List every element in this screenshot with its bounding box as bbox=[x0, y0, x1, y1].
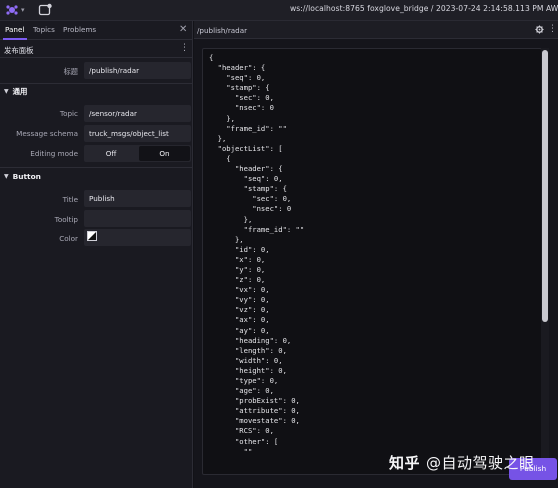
watermark-brand: 知乎 bbox=[389, 454, 421, 472]
layout-icon[interactable] bbox=[38, 3, 52, 17]
gear-icon[interactable] bbox=[535, 25, 544, 34]
topic-label: Topic bbox=[59, 109, 78, 118]
code-line: "x": 0, bbox=[209, 254, 266, 264]
code-line: "stamp": { bbox=[209, 184, 287, 194]
caret-down-icon: ▼ bbox=[4, 88, 9, 95]
code-line: "RCS": 0, bbox=[209, 426, 274, 436]
divider bbox=[0, 57, 193, 58]
code-line: "objectList": [ bbox=[209, 143, 283, 153]
code-line: "sec": 0, bbox=[209, 194, 292, 204]
panel-title-input[interactable]: /publish/radar bbox=[84, 62, 191, 79]
code-line: { bbox=[209, 153, 231, 163]
code-line: "nsec": 0 bbox=[209, 103, 274, 113]
editing-mode-label: Editing mode bbox=[30, 149, 78, 158]
editing-mode-toggle: Off On bbox=[84, 145, 191, 162]
divider bbox=[0, 167, 193, 168]
code-line: "nsec": 0 bbox=[209, 204, 292, 214]
publish-panel: /publish/radar ⋮ { "header": { "seq": 0,… bbox=[194, 21, 558, 488]
message-schema-input[interactable]: truck_msgs/object_list bbox=[84, 125, 191, 142]
close-icon[interactable]: ✕ bbox=[179, 24, 187, 35]
code-line: "heading": 0, bbox=[209, 335, 292, 345]
connection-status[interactable]: ws://localhost:8765 foxglove_bridge / 20… bbox=[290, 4, 558, 13]
tooltip-input[interactable] bbox=[84, 210, 191, 227]
section-button-header[interactable]: ▼ Button bbox=[4, 172, 41, 181]
app-menu-button[interactable]: ▾ bbox=[5, 3, 31, 17]
code-line: }, bbox=[209, 113, 235, 123]
color-swatch[interactable] bbox=[87, 231, 97, 241]
code-line: "vy": 0, bbox=[209, 295, 270, 305]
code-line: "sec": 0, bbox=[209, 93, 274, 103]
json-editor-content[interactable]: { "header": { "seq": 0, "stamp": { "sec"… bbox=[209, 53, 304, 457]
code-line: "" bbox=[209, 446, 253, 456]
json-editor[interactable]: { "header": { "seq": 0, "stamp": { "sec"… bbox=[202, 48, 542, 475]
button-title-label: Title bbox=[62, 195, 78, 204]
color-label: Color bbox=[59, 234, 78, 243]
code-line: "movestate": 0, bbox=[209, 416, 300, 426]
code-line: "frame_id": "" bbox=[209, 224, 305, 234]
editing-mode-on-option[interactable]: On bbox=[139, 146, 190, 161]
tab-topics[interactable]: Topics bbox=[33, 25, 55, 34]
chevron-down-icon: ▾ bbox=[21, 6, 25, 14]
code-line: "attribute": 0, bbox=[209, 406, 300, 416]
tab-panel[interactable]: Panel bbox=[5, 25, 24, 34]
code-line: "type": 0, bbox=[209, 376, 279, 385]
active-tab-indicator bbox=[3, 38, 27, 40]
scrollbar-thumb[interactable] bbox=[542, 50, 548, 322]
section-general-header[interactable]: ▼ 通用 bbox=[4, 86, 27, 97]
code-line: }, bbox=[209, 234, 244, 244]
title-row-label: 标题 bbox=[63, 67, 78, 76]
panel-toolbar: /publish/radar ⋮ bbox=[194, 21, 558, 39]
code-line: "vx": 0, bbox=[209, 285, 270, 295]
watermark-author: @自动驾驶之眼 bbox=[426, 454, 535, 472]
editor-scrollbar[interactable] bbox=[541, 48, 549, 475]
code-line: "other": [ bbox=[209, 436, 279, 446]
code-line: "header": { bbox=[209, 164, 283, 174]
more-options-icon[interactable]: ⋮ bbox=[548, 24, 557, 34]
tab-problems[interactable]: Problems bbox=[63, 25, 96, 34]
code-line: "z": 0, bbox=[209, 275, 266, 285]
caret-down-icon: ▼ bbox=[4, 173, 9, 180]
code-line: "height": 0, bbox=[209, 365, 287, 375]
code-line: "vz": 0, bbox=[209, 305, 270, 315]
top-bar: ▾ ws://localhost:8765 foxglove_bridge / … bbox=[0, 0, 558, 21]
editing-mode-off-option[interactable]: Off bbox=[84, 145, 138, 162]
code-line: "seq": 0, bbox=[209, 73, 266, 83]
code-line: "probExist": 0, bbox=[209, 396, 300, 406]
code-line: "seq": 0, bbox=[209, 174, 283, 184]
code-line: "stamp": { bbox=[209, 83, 270, 93]
code-line: "y": 0, bbox=[209, 264, 266, 274]
color-input[interactable] bbox=[84, 229, 191, 246]
code-line: }, bbox=[209, 214, 253, 224]
code-line: "age": 0, bbox=[209, 386, 274, 396]
topic-input[interactable]: /sensor/radar bbox=[84, 105, 191, 122]
code-line: "ay": 0, bbox=[209, 325, 270, 335]
code-line: "frame_id": "" bbox=[209, 123, 287, 133]
panel-toolbar-title: /publish/radar bbox=[197, 26, 248, 35]
divider bbox=[0, 83, 193, 84]
sidebar-tabs: Panel Topics Problems ✕ bbox=[0, 21, 193, 40]
more-options-icon[interactable]: ⋮ bbox=[180, 43, 189, 53]
button-title-input[interactable]: Publish bbox=[84, 190, 191, 207]
panel-name: 发布面板 bbox=[4, 46, 34, 55]
settings-sidebar: Panel Topics Problems ✕ 发布面板 ⋮ 标题 /publi… bbox=[0, 21, 193, 488]
section-button-label: Button bbox=[12, 172, 41, 181]
foxglove-logo-icon bbox=[6, 5, 18, 15]
code-line: "id": 0, bbox=[209, 244, 270, 254]
code-line: "length": 0, bbox=[209, 345, 287, 355]
code-line: "ax": 0, bbox=[209, 315, 270, 325]
watermark: 知乎 @自动驾驶之眼 bbox=[389, 452, 535, 473]
code-line: }, bbox=[209, 133, 227, 143]
code-line: "width": 0, bbox=[209, 355, 283, 365]
section-general-label: 通用 bbox=[12, 87, 28, 96]
code-line: "header": { bbox=[209, 63, 266, 73]
tooltip-label: Tooltip bbox=[54, 215, 78, 224]
code-line: { bbox=[209, 53, 214, 62]
schema-label: Message schema bbox=[16, 129, 78, 138]
